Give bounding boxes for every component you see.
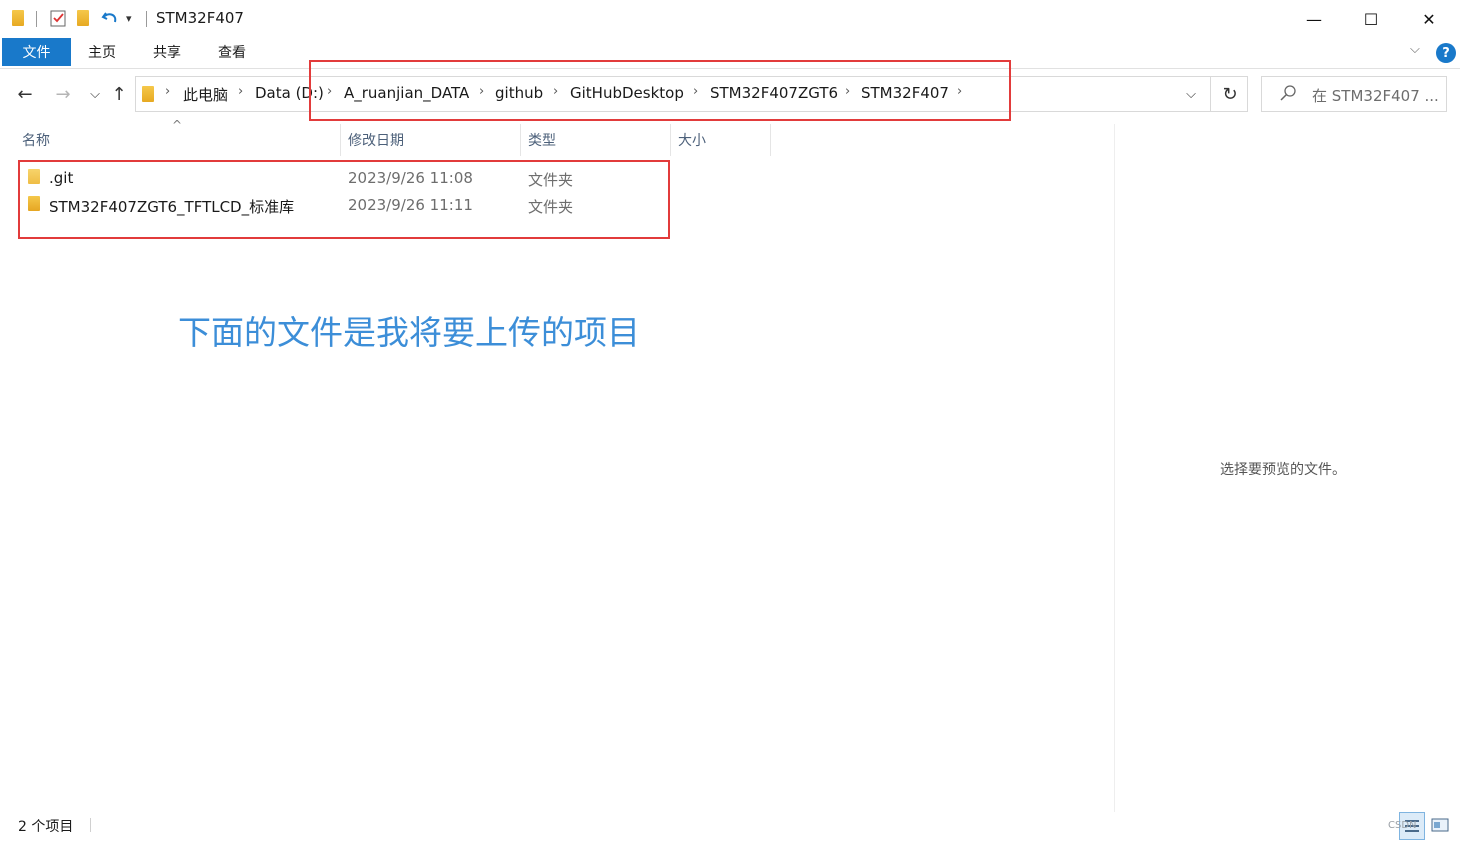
status-separator xyxy=(90,818,91,832)
address-highlight-box xyxy=(309,60,1011,121)
preview-empty-text: 选择要预览的文件。 xyxy=(1220,462,1346,478)
expand-ribbon-icon[interactable]: ⌵ xyxy=(1410,42,1420,57)
sort-ascending-icon: ^ xyxy=(172,118,183,132)
search-icon xyxy=(1279,84,1297,106)
tab-view[interactable]: 查看 xyxy=(218,38,246,66)
annotation-text: 下面的文件是我将要上传的项目 xyxy=(178,313,640,352)
close-button[interactable]: ✕ xyxy=(1400,0,1458,38)
breadcrumb-separator[interactable]: › xyxy=(165,84,170,99)
title-separator xyxy=(146,11,147,27)
files-highlight-box xyxy=(18,160,670,239)
forward-button[interactable]: → xyxy=(50,80,76,108)
large-icons-view-button[interactable] xyxy=(1428,812,1452,838)
toolbar-separator xyxy=(36,11,37,27)
folder-icon xyxy=(11,9,25,27)
column-divider[interactable] xyxy=(340,124,341,156)
breadcrumb-this-pc[interactable]: 此电脑 xyxy=(183,84,228,105)
tab-file[interactable]: 文件 xyxy=(2,38,71,66)
back-button[interactable]: ← xyxy=(12,80,38,108)
search-placeholder: 在 STM32F407 ... xyxy=(1312,87,1439,105)
recent-locations-button[interactable]: ⌵ xyxy=(82,80,108,108)
column-header-size[interactable]: 大小 xyxy=(678,124,706,156)
folder-icon xyxy=(141,85,155,103)
column-header-name[interactable]: 名称 xyxy=(22,124,50,156)
properties-icon[interactable] xyxy=(50,9,66,27)
quick-access-dropdown[interactable]: ▾ xyxy=(126,12,132,25)
new-folder-icon[interactable] xyxy=(76,9,90,27)
address-divider xyxy=(1210,76,1211,112)
window-title: STM32F407 xyxy=(156,9,244,27)
undo-icon[interactable] xyxy=(100,9,120,27)
watermark: CSDN xyxy=(1388,820,1417,831)
refresh-button[interactable]: ↻ xyxy=(1217,80,1243,108)
preview-pane-divider[interactable] xyxy=(1114,124,1115,812)
address-dropdown-button[interactable]: ⌵ xyxy=(1178,80,1204,108)
column-header-type[interactable]: 类型 xyxy=(528,124,556,156)
minimize-button[interactable]: — xyxy=(1285,0,1343,38)
column-divider[interactable] xyxy=(670,124,671,156)
column-header-date[interactable]: 修改日期 xyxy=(348,124,404,156)
column-divider[interactable] xyxy=(520,124,521,156)
column-divider[interactable] xyxy=(770,124,771,156)
item-count: 2 个项目 xyxy=(18,819,74,835)
maximize-button[interactable]: ☐ xyxy=(1342,0,1400,38)
help-icon[interactable]: ? xyxy=(1436,43,1456,63)
breadcrumb-separator[interactable]: › xyxy=(238,84,243,99)
tab-share[interactable]: 共享 xyxy=(153,38,181,66)
tab-home[interactable]: 主页 xyxy=(88,38,116,66)
up-button[interactable]: ↑ xyxy=(106,80,132,108)
